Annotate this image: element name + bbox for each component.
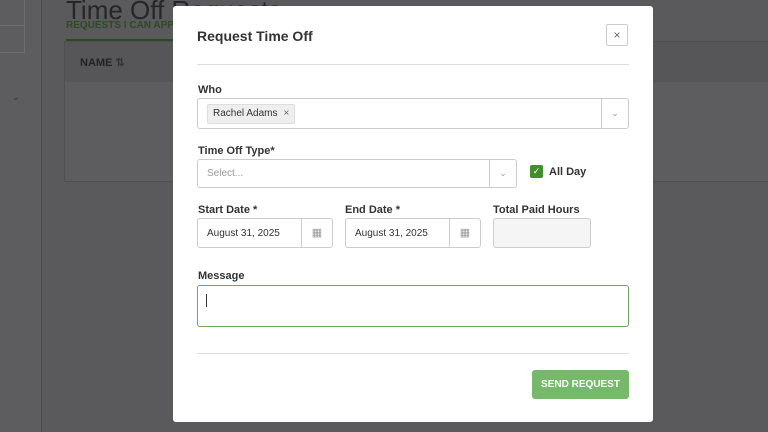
- tab-requests-i-can-approve[interactable]: REQUESTS I CAN APPROVE: [66, 20, 186, 41]
- request-time-off-modal: Request Time Off × Who Rachel Adams × ⌄ T…: [173, 6, 653, 422]
- calendar-icon[interactable]: ▦: [301, 219, 332, 247]
- modal-title: Request Time Off: [197, 28, 313, 44]
- message-textarea[interactable]: [197, 285, 629, 327]
- who-label: Who: [198, 84, 222, 96]
- start-date-label: Start Date *: [198, 204, 258, 216]
- end-date-value: August 31, 2025: [355, 228, 428, 239]
- total-paid-hours-label: Total Paid Hours: [493, 204, 580, 216]
- end-date-label: End Date *: [345, 204, 401, 216]
- chevron-down-icon[interactable]: ⌄: [601, 99, 628, 128]
- who-select[interactable]: Rachel Adams × ⌄: [197, 98, 629, 129]
- sidebar: ⌄: [0, 0, 42, 432]
- close-button[interactable]: ×: [606, 24, 628, 46]
- divider: [197, 64, 629, 65]
- all-day-label: All Day: [549, 166, 587, 178]
- sidebar-box[interactable]: [0, 0, 25, 26]
- time-off-type-label: Time Off Type*: [198, 145, 275, 157]
- divider: [197, 353, 629, 354]
- type-placeholder: Select...: [207, 168, 244, 179]
- all-day-checkbox[interactable]: ✓: [530, 165, 543, 178]
- sidebar-box[interactable]: [0, 25, 25, 53]
- text-cursor: [206, 294, 207, 307]
- column-header-name[interactable]: NAME: [80, 57, 112, 69]
- remove-chip-icon[interactable]: ×: [283, 108, 289, 119]
- total-paid-hours-field: [493, 218, 591, 248]
- send-request-button[interactable]: SEND REQUEST: [532, 370, 629, 399]
- message-label: Message: [198, 270, 245, 282]
- start-date-input[interactable]: August 31, 2025 ▦: [197, 218, 333, 248]
- chevron-down-icon[interactable]: ⌄: [489, 160, 516, 187]
- start-date-value: August 31, 2025: [207, 228, 280, 239]
- sort-icon[interactable]: ⇅: [115, 57, 124, 69]
- selected-person-chip: Rachel Adams ×: [207, 104, 296, 124]
- end-date-input[interactable]: August 31, 2025 ▦: [345, 218, 481, 248]
- time-off-type-select[interactable]: Select... ⌄: [197, 159, 517, 188]
- calendar-icon[interactable]: ▦: [449, 219, 480, 247]
- chevron-down-icon[interactable]: ⌄: [12, 92, 20, 103]
